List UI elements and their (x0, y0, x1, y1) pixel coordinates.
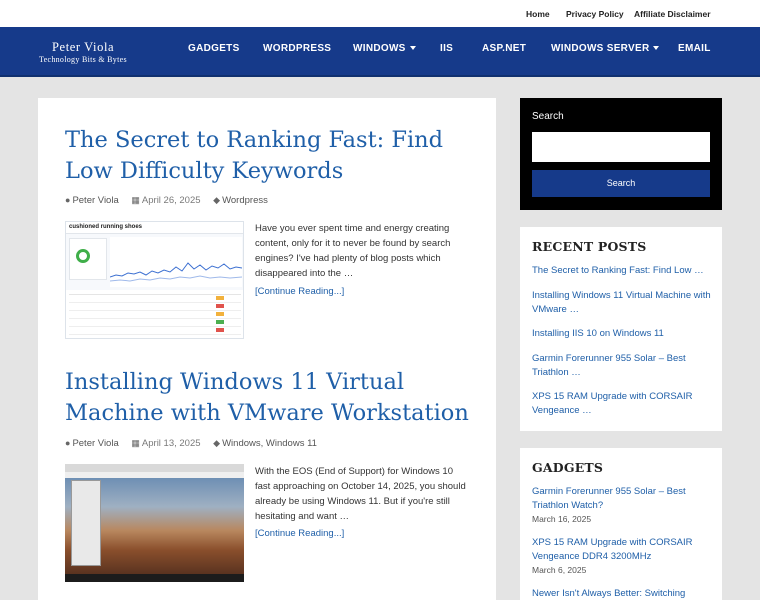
post-date: April 13, 2025 (141, 438, 201, 449)
nav-item-wordpress[interactable]: WORDPRESS (263, 43, 331, 54)
start-menu-graphic (71, 480, 101, 566)
caret-down-icon (409, 46, 416, 50)
caret-down-icon (653, 46, 660, 50)
widget-title: GADGETS (532, 460, 604, 475)
search-widget: Search Search (520, 98, 722, 210)
post-excerpt: With the EOS (End of Support) for Window… (255, 466, 466, 522)
nav-item-iis[interactable]: IIS (440, 43, 453, 54)
top-link-home[interactable]: Home (526, 9, 550, 19)
post-excerpt: Have you ever spent time and energy crea… (255, 223, 451, 279)
recent-post-link[interactable]: Garmin Forerunner 955 Solar – Best Triat… (532, 352, 714, 380)
gadget-post-link[interactable]: Garmin Forerunner 955 Solar – Best Triat… (532, 485, 714, 513)
gadget-post-link[interactable]: XPS 15 RAM Upgrade with CORSAIR Vengeanc… (532, 536, 714, 564)
top-link-privacy-policy[interactable]: Privacy Policy (566, 9, 624, 19)
tag-icon: ◆ (213, 195, 221, 205)
post-title[interactable]: Installing Windows 11 Virtual Machine wi… (65, 367, 485, 429)
post-author[interactable]: Peter Viola (72, 438, 118, 449)
post-thumbnail[interactable]: cushioned running shoes (65, 221, 244, 339)
thumbnail-table (66, 290, 243, 338)
nav-item-label: ASP.NET (482, 43, 527, 54)
thumbnail-graph (110, 237, 242, 287)
site-logo-tagline[interactable]: Technology Bits & Bytes (39, 55, 127, 64)
nav-item-label: GADGETS (188, 43, 240, 54)
recent-post-link[interactable]: Installing IIS 10 on Windows 11 (532, 327, 714, 341)
main-content: The Secret to Ranking Fast: Find Low Dif… (38, 98, 496, 600)
gadget-post-date: March 6, 2025 (532, 565, 587, 575)
continue-reading-link[interactable]: [Continue Reading...] (255, 528, 344, 539)
tag-icon: ◆ (213, 438, 221, 448)
nav-item-windows[interactable]: WINDOWS (353, 43, 416, 54)
post-author[interactable]: Peter Viola (72, 195, 118, 206)
recent-posts-widget: RECENT POSTS The Secret to Ranking Fast:… (520, 227, 722, 431)
search-input[interactable] (532, 132, 710, 162)
calendar-icon: ▦ (131, 195, 140, 205)
gadget-post-link[interactable]: Newer Isn't Always Better: Switching (532, 587, 714, 600)
post-meta: ● Peter Viola ▦ April 26, 2025 ◆ Wordpress (65, 195, 268, 206)
nav-item-label: EMAIL (678, 43, 711, 54)
nav-item-label: IIS (440, 43, 454, 54)
top-link-affiliate-disclaimer[interactable]: Affiliate Disclaimer (634, 9, 711, 19)
nav-item-gadgets[interactable]: GADGETS (188, 43, 240, 54)
recent-post-link[interactable]: The Secret to Ranking Fast: Find Low … (532, 264, 714, 278)
post-categories[interactable]: Windows, Windows 11 (222, 438, 317, 449)
gadget-post-date: March 16, 2025 (532, 514, 592, 524)
nav-item-label: WINDOWS (353, 43, 406, 54)
nav-item-windows-server[interactable]: WINDOWS SERVER (551, 43, 660, 54)
continue-reading-link[interactable]: [Continue Reading...] (255, 286, 344, 297)
main-nav: Peter Viola Technology Bits & Bytes GADG… (0, 27, 760, 77)
gadgets-widget: GADGETS Garmin Forerunner 955 Solar – Be… (520, 448, 722, 600)
user-icon: ● (65, 438, 71, 448)
calendar-icon: ▦ (131, 438, 140, 448)
post-categories[interactable]: Wordpress (222, 195, 268, 206)
top-bar: Home Privacy Policy Affiliate Disclaimer (0, 0, 760, 27)
recent-post-link[interactable]: Installing Windows 11 Virtual Machine wi… (532, 289, 714, 317)
thumbnail-header: cushioned running shoes (69, 224, 143, 230)
recent-post-link[interactable]: XPS 15 RAM Upgrade with CORSAIR Vengeanc… (532, 390, 714, 418)
nav-item-aspnet[interactable]: ASP.NET (482, 43, 526, 54)
thumbnail-gauge (69, 238, 107, 280)
post-meta: ● Peter Viola ▦ April 13, 2025 ◆ Windows, W… (65, 438, 317, 449)
nav-item-label: WINDOWS SERVER (551, 43, 650, 54)
nav-item-email[interactable]: EMAIL (678, 43, 711, 54)
nav-item-label: WORDPRESS (263, 43, 332, 54)
site-logo-name[interactable]: Peter Viola (52, 40, 114, 55)
widget-title: RECENT POSTS (532, 239, 647, 254)
post-thumbnail[interactable] (65, 464, 244, 582)
user-icon: ● (65, 195, 71, 205)
search-button[interactable]: Search (532, 170, 710, 197)
post-date: April 26, 2025 (141, 195, 201, 206)
post-title[interactable]: The Secret to Ranking Fast: Find Low Dif… (65, 125, 485, 187)
search-label: Search (532, 111, 564, 122)
